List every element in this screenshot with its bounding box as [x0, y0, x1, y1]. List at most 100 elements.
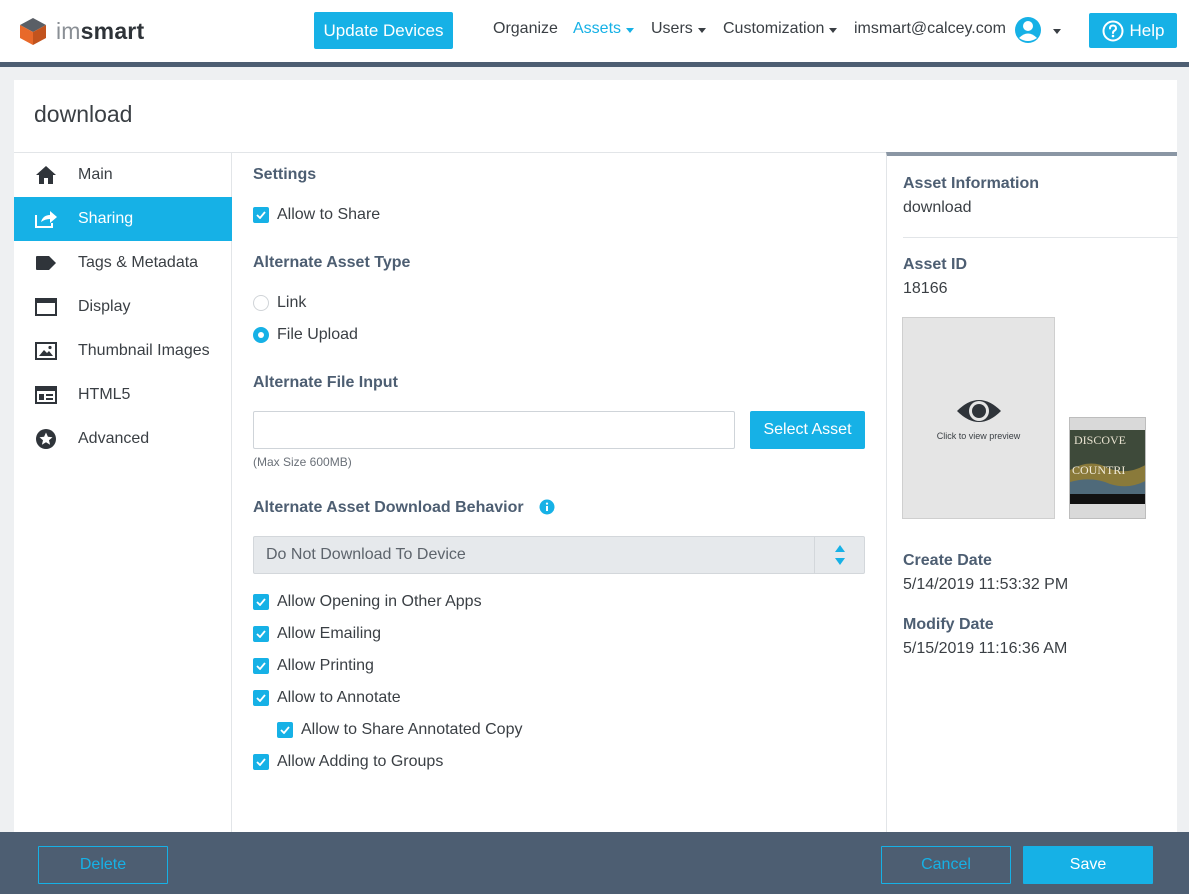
download-behavior-heading: Alternate Asset Download Behavior	[253, 499, 524, 516]
thumbnail-image: DISCOVE COUNTRI	[1070, 418, 1145, 518]
create-date-label: Create Date	[903, 552, 992, 569]
sidebar-item-label: Thumbnail Images	[78, 342, 210, 359]
allow-share-label: Allow to Share	[277, 206, 381, 223]
download-behavior-value: Do Not Download To Device	[266, 546, 466, 563]
nav-customization[interactable]: Customization	[723, 20, 838, 38]
radio-link[interactable]: Link	[253, 294, 306, 312]
sidebar-item-advanced[interactable]: Advanced	[14, 417, 232, 461]
window-icon	[35, 298, 57, 316]
checkbox-checked-icon	[253, 658, 269, 674]
asset-id-label: Asset ID	[903, 256, 968, 273]
radio-link-label: Link	[277, 294, 307, 311]
modify-date-value: 5/15/2019 11:16:36 AM	[903, 640, 1068, 657]
top-navbar: imsmart Update Devices Organize Assets U…	[0, 0, 1189, 62]
chevron-down-icon	[829, 27, 838, 33]
preview-hint: Click to view preview	[936, 431, 1021, 441]
sidebar-item-tags-metadata[interactable]: Tags & Metadata	[14, 241, 232, 285]
allow-annotate-checkbox[interactable]: Allow to Annotate	[253, 689, 401, 707]
cube-logo-icon	[20, 18, 46, 45]
account-email-label: imsmart@calcey.com	[854, 20, 1006, 37]
sidebar-item-sharing[interactable]: Sharing	[14, 197, 232, 241]
select-asset-button[interactable]: Select Asset	[750, 411, 865, 449]
allow-printing-label: Allow Printing	[277, 657, 374, 674]
star-icon	[36, 429, 56, 449]
html5-icon	[35, 386, 57, 404]
logo-text-thin: im	[56, 17, 81, 44]
eye-icon	[956, 400, 1001, 422]
radio-file-upload[interactable]: File Upload	[253, 326, 358, 344]
select-arrows-icon	[814, 537, 864, 573]
asset-id-value: 18166	[903, 280, 948, 297]
asset-info-heading: Asset Information	[903, 175, 1040, 192]
help-button[interactable]: Help	[1089, 13, 1177, 48]
cancel-button[interactable]: Cancel	[881, 846, 1011, 884]
radio-file-upload-label: File Upload	[277, 326, 358, 343]
checkbox-checked-icon	[277, 722, 293, 738]
modify-date-label: Modify Date	[903, 616, 994, 633]
allow-groups-label: Allow Adding to Groups	[277, 753, 444, 770]
allow-printing-checkbox[interactable]: Allow Printing	[253, 657, 374, 675]
asset-name: download	[903, 199, 972, 216]
footer-action-bar: Delete Cancel Save	[0, 832, 1189, 894]
nav-organize[interactable]: Organize	[493, 20, 558, 38]
asset-info-panel: Asset Information download Asset ID 1816…	[886, 152, 1178, 832]
share-icon	[35, 211, 57, 228]
sidebar-item-label: Display	[78, 298, 131, 315]
nav-users-label: Users	[651, 20, 693, 37]
max-size-hint: (Max Size 600MB)	[253, 455, 352, 469]
info-icon[interactable]	[539, 499, 555, 515]
chevron-down-icon	[697, 27, 706, 33]
allow-share-annotated-checkbox[interactable]: Allow to Share Annotated Copy	[277, 721, 522, 739]
alternate-file-input[interactable]	[253, 411, 735, 449]
checkbox-checked-icon	[253, 594, 269, 610]
update-devices-button[interactable]: Update Devices	[314, 12, 453, 49]
allow-emailing-label: Allow Emailing	[277, 625, 382, 642]
topbar-divider	[0, 62, 1189, 67]
sidebar-item-label: Advanced	[78, 430, 150, 447]
checkbox-checked-icon	[253, 690, 269, 706]
sidebar-item-display[interactable]: Display	[14, 285, 232, 329]
thumbnail-title-top: DISCOVE	[1074, 433, 1126, 447]
help-label: Help	[1129, 20, 1165, 40]
download-behavior-select[interactable]: Do Not Download To Device	[253, 536, 865, 574]
logo-text-bold: smart	[80, 17, 145, 44]
nav-assets[interactable]: Assets	[573, 20, 635, 38]
checkbox-checked-icon	[253, 626, 269, 642]
sidebar-item-label: HTML5	[78, 386, 131, 403]
tag-icon	[36, 256, 56, 270]
nav-account-email[interactable]: imsmart@calcey.com	[854, 20, 1006, 38]
allow-annotate-label: Allow to Annotate	[277, 689, 401, 706]
radio-selected-icon	[253, 327, 269, 343]
chevron-down-icon[interactable]	[1053, 29, 1061, 34]
info-divider	[903, 237, 1178, 238]
user-avatar-icon[interactable]	[1013, 15, 1043, 45]
radio-unselected-icon	[253, 295, 269, 311]
create-date-value: 5/14/2019 11:53:32 PM	[903, 576, 1069, 593]
asset-thumbnail[interactable]: DISCOVE COUNTRI	[1069, 417, 1146, 519]
sidebar-item-label: Tags & Metadata	[78, 254, 199, 271]
chevron-down-icon	[626, 27, 635, 33]
sidebar-item-thumbnail-images[interactable]: Thumbnail Images	[14, 329, 232, 373]
allow-opening-label: Allow Opening in Other Apps	[277, 593, 482, 610]
sidebar-item-main[interactable]: Main	[14, 153, 232, 197]
asset-preview[interactable]: Click to view preview	[902, 317, 1055, 519]
nav-users[interactable]: Users	[651, 20, 706, 38]
page-title: download	[34, 101, 133, 127]
logo-text: imsmart	[56, 18, 144, 45]
allow-groups-checkbox[interactable]: Allow Adding to Groups	[253, 753, 443, 771]
image-icon	[35, 342, 57, 360]
asset-editor-card: download Main Sharing Tags & Metadata Di…	[14, 80, 1178, 832]
save-button[interactable]: Save	[1023, 846, 1153, 884]
home-icon	[36, 166, 56, 184]
settings-heading: Settings	[253, 166, 317, 183]
allow-share-checkbox[interactable]: Allow to Share	[253, 206, 380, 224]
allow-emailing-checkbox[interactable]: Allow Emailing	[253, 625, 381, 643]
sidebar-item-html5[interactable]: HTML5	[14, 373, 232, 417]
allow-share-annotated-label: Allow to Share Annotated Copy	[301, 721, 523, 738]
thumbnail-title-bottom: COUNTRI	[1072, 463, 1125, 477]
delete-button[interactable]: Delete	[38, 846, 168, 884]
checkbox-checked-icon	[253, 754, 269, 770]
brand-logo[interactable]: imsmart	[18, 16, 144, 46]
allow-opening-checkbox[interactable]: Allow Opening in Other Apps	[253, 593, 482, 611]
sidebar-item-label: Sharing	[78, 210, 134, 227]
